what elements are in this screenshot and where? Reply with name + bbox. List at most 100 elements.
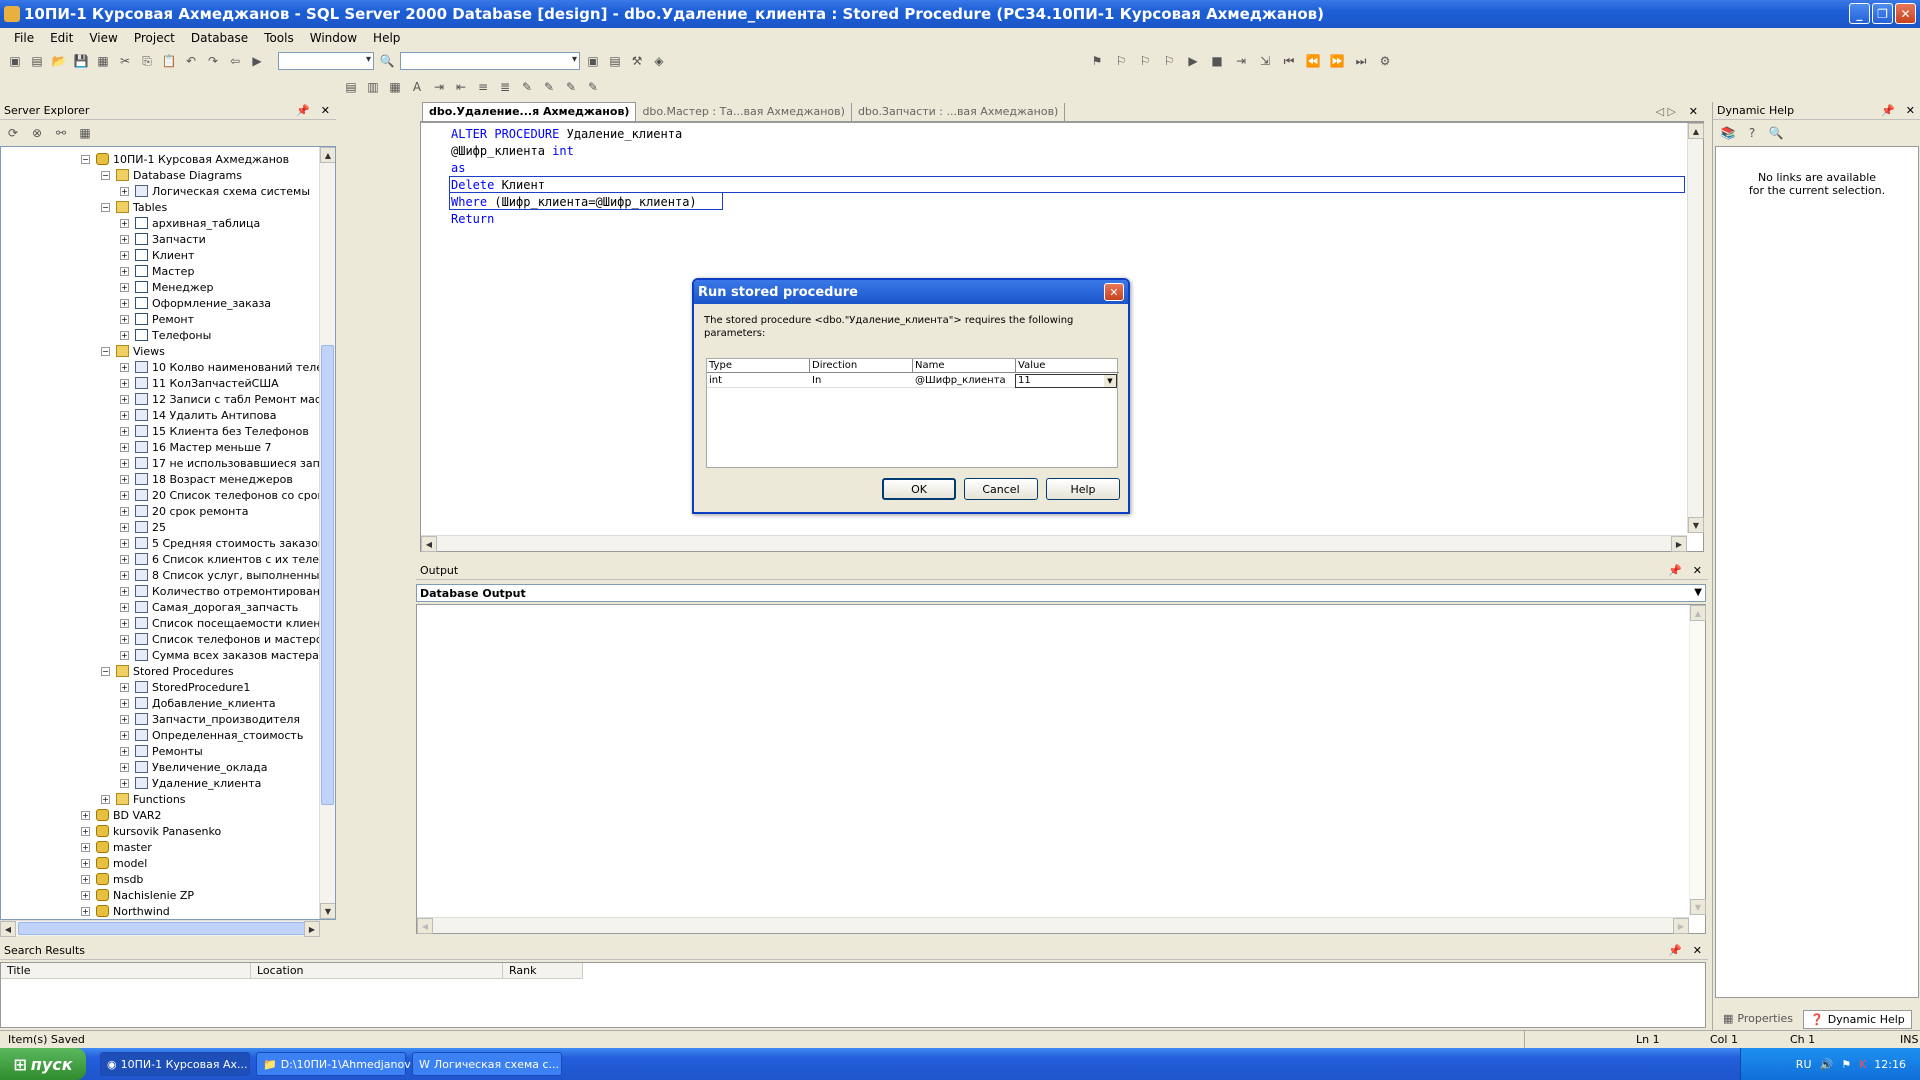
comment-icon[interactable]: ≡	[474, 78, 492, 96]
cut-icon[interactable]: ✂	[116, 52, 134, 70]
properties-icon[interactable]: ▤	[606, 52, 624, 70]
tree-database-item[interactable]: + BD VAR2	[81, 807, 162, 823]
expand-icon[interactable]: +	[120, 522, 129, 532]
indent-icon[interactable]: ⇥	[430, 78, 448, 96]
expand-icon[interactable]: +	[120, 234, 129, 244]
open-icon[interactable]: 📂	[50, 52, 68, 70]
expand-icon[interactable]: +	[120, 298, 129, 308]
tree-table-item[interactable]: + архивная_таблица	[120, 215, 260, 231]
start-icon[interactable]: ▶	[248, 52, 266, 70]
expand-icon[interactable]: +	[120, 554, 129, 564]
tree-table-item[interactable]: + Запчасти	[120, 231, 206, 247]
solution-explorer-icon[interactable]: ▣	[584, 52, 602, 70]
expand-icon[interactable]: +	[120, 282, 129, 292]
expand-icon[interactable]: +	[120, 410, 129, 420]
tree-procedure-item[interactable]: + Определенная_стоимость	[120, 727, 303, 743]
tab-udalenie-klienta[interactable]: dbo.Удаление...я Ахмеджанов)	[422, 102, 637, 121]
task-word[interactable]: W Логическая схема с...	[412, 1052, 562, 1076]
tree-view-item[interactable]: + Список посещаемости клиентов	[120, 615, 335, 631]
output-hscrollbar[interactable]: ◀ ▶	[417, 917, 1689, 934]
uncomment-icon[interactable]: ≣	[496, 78, 514, 96]
start-button[interactable]: ⊞ пуск	[0, 1048, 86, 1080]
col-location[interactable]: Location	[251, 963, 503, 979]
col-title[interactable]: Title	[1, 963, 251, 979]
tree-view-item[interactable]: +8 Список услуг, выполненных с по	[120, 567, 335, 583]
last-icon[interactable]: ⏭	[1352, 52, 1370, 70]
menu-edit[interactable]: Edit	[42, 31, 81, 45]
minimize-button[interactable]: _	[1849, 3, 1870, 24]
debug-icon-4[interactable]: ⚐	[1160, 52, 1178, 70]
dialog-close-button[interactable]: ✕	[1104, 283, 1124, 301]
menu-file[interactable]: File	[6, 31, 42, 45]
editor-hscrollbar[interactable]: ◀ ▶	[421, 535, 1687, 552]
expand-icon[interactable]: +	[120, 650, 129, 660]
prev-icon[interactable]: ⏪	[1304, 52, 1322, 70]
tree-view-item[interactable]: +6 Список клиентов с их телефонами	[120, 551, 335, 567]
expand-icon[interactable]: +	[120, 442, 129, 452]
expand-icon[interactable]: +	[120, 394, 129, 404]
step-into-icon[interactable]: ⇲	[1256, 52, 1274, 70]
undo-icon[interactable]: ↶	[182, 52, 200, 70]
pin-icon[interactable]: 📌	[296, 104, 310, 117]
tree-view-item[interactable]: + Количество отремонтированных телефонов …	[120, 583, 335, 599]
tree-vscrollbar[interactable]: ▲ ▼	[319, 147, 335, 919]
tree-procedure-item[interactable]: + Запчасти_производителя	[120, 711, 300, 727]
bookmark-icon-2[interactable]: ✎	[540, 78, 558, 96]
col-rank[interactable]: Rank	[503, 963, 583, 979]
format-icon-1[interactable]: ▤	[342, 78, 360, 96]
tree-table-item[interactable]: + Телефоны	[120, 327, 211, 343]
tree-functions-folder[interactable]: + Functions	[101, 791, 186, 807]
expand-icon[interactable]: +	[120, 634, 129, 644]
expand-icon[interactable]: +	[81, 890, 90, 900]
language-indicator[interactable]: RU	[1796, 1058, 1812, 1071]
tab-dynamic-help[interactable]: ❓ Dynamic Help	[1803, 1010, 1912, 1029]
format-icon-4[interactable]: A	[408, 78, 426, 96]
output-vscrollbar[interactable]: ▲ ▼	[1689, 605, 1706, 915]
copy-icon[interactable]: ⎘	[138, 52, 156, 70]
contents-icon[interactable]: 📚	[1719, 124, 1737, 142]
tree-table-item[interactable]: + Мастер	[120, 263, 194, 279]
expand-icon[interactable]: +	[120, 458, 129, 468]
first-icon[interactable]: ⏮	[1280, 52, 1298, 70]
toolbox-icon[interactable]: ⚒	[628, 52, 646, 70]
tree-table-item[interactable]: + Оформление_заказа	[120, 295, 271, 311]
param-value-combo[interactable]: 11 ▼	[1015, 374, 1117, 388]
expand-icon[interactable]: +	[120, 586, 129, 596]
expand-icon[interactable]: +	[120, 330, 129, 340]
expand-icon[interactable]: +	[120, 746, 129, 756]
tree-procedure-item[interactable]: + Ремонты	[120, 743, 203, 759]
network-icon[interactable]: ⚑	[1841, 1058, 1851, 1071]
tree-database-item[interactable]: + kursovik Panasenko	[81, 823, 221, 839]
expand-icon[interactable]: +	[120, 618, 129, 628]
expand-icon[interactable]: +	[120, 570, 129, 580]
menu-database[interactable]: Database	[183, 31, 256, 45]
tree-view-item[interactable]: +16 Мастер меньше 7	[120, 439, 272, 455]
bookmark-icon-4[interactable]: ✎	[584, 78, 602, 96]
tree-database-item[interactable]: + Nachislenie ZP	[81, 887, 194, 903]
tree-db-node[interactable]: −10ПИ-1 Курсовая Ахмеджанов	[81, 151, 289, 167]
help-button[interactable]: Help	[1046, 478, 1120, 500]
tree-database-item[interactable]: + msdb	[81, 871, 143, 887]
menu-project[interactable]: Project	[126, 31, 183, 45]
antivirus-icon[interactable]: K	[1859, 1058, 1866, 1071]
save-icon[interactable]: 💾	[72, 52, 90, 70]
expand-icon[interactable]: +	[120, 682, 129, 692]
index-icon[interactable]: ?	[1743, 124, 1761, 142]
stop-icon[interactable]: ■	[1208, 52, 1226, 70]
tree-view-item[interactable]: +11 КолЗапчастейСША	[120, 375, 279, 391]
expand-icon[interactable]: +	[120, 250, 129, 260]
chevron-down-icon[interactable]: ▼	[1104, 375, 1116, 387]
menu-window[interactable]: Window	[302, 31, 365, 45]
tree-view-item[interactable]: +14 Удалить Антипова	[120, 407, 277, 423]
tree-view-item[interactable]: +18 Возраст менеджеров	[120, 471, 293, 487]
expand-icon[interactable]: +	[120, 426, 129, 436]
tree-view-item[interactable]: +15 Клиента без Телефонов	[120, 423, 309, 439]
bookmark-icon-1[interactable]: ✎	[518, 78, 536, 96]
search-icon[interactable]: 🔍	[1767, 124, 1785, 142]
expand-icon[interactable]: +	[120, 602, 129, 612]
expand-icon[interactable]: +	[81, 826, 90, 836]
debug-icon-1[interactable]: ⚑	[1088, 52, 1106, 70]
find-combo[interactable]	[400, 52, 580, 70]
tree-view-item[interactable]: +20 срок ремонта	[120, 503, 249, 519]
tree-view-item[interactable]: + Список телефонов и мастеров	[120, 631, 329, 647]
